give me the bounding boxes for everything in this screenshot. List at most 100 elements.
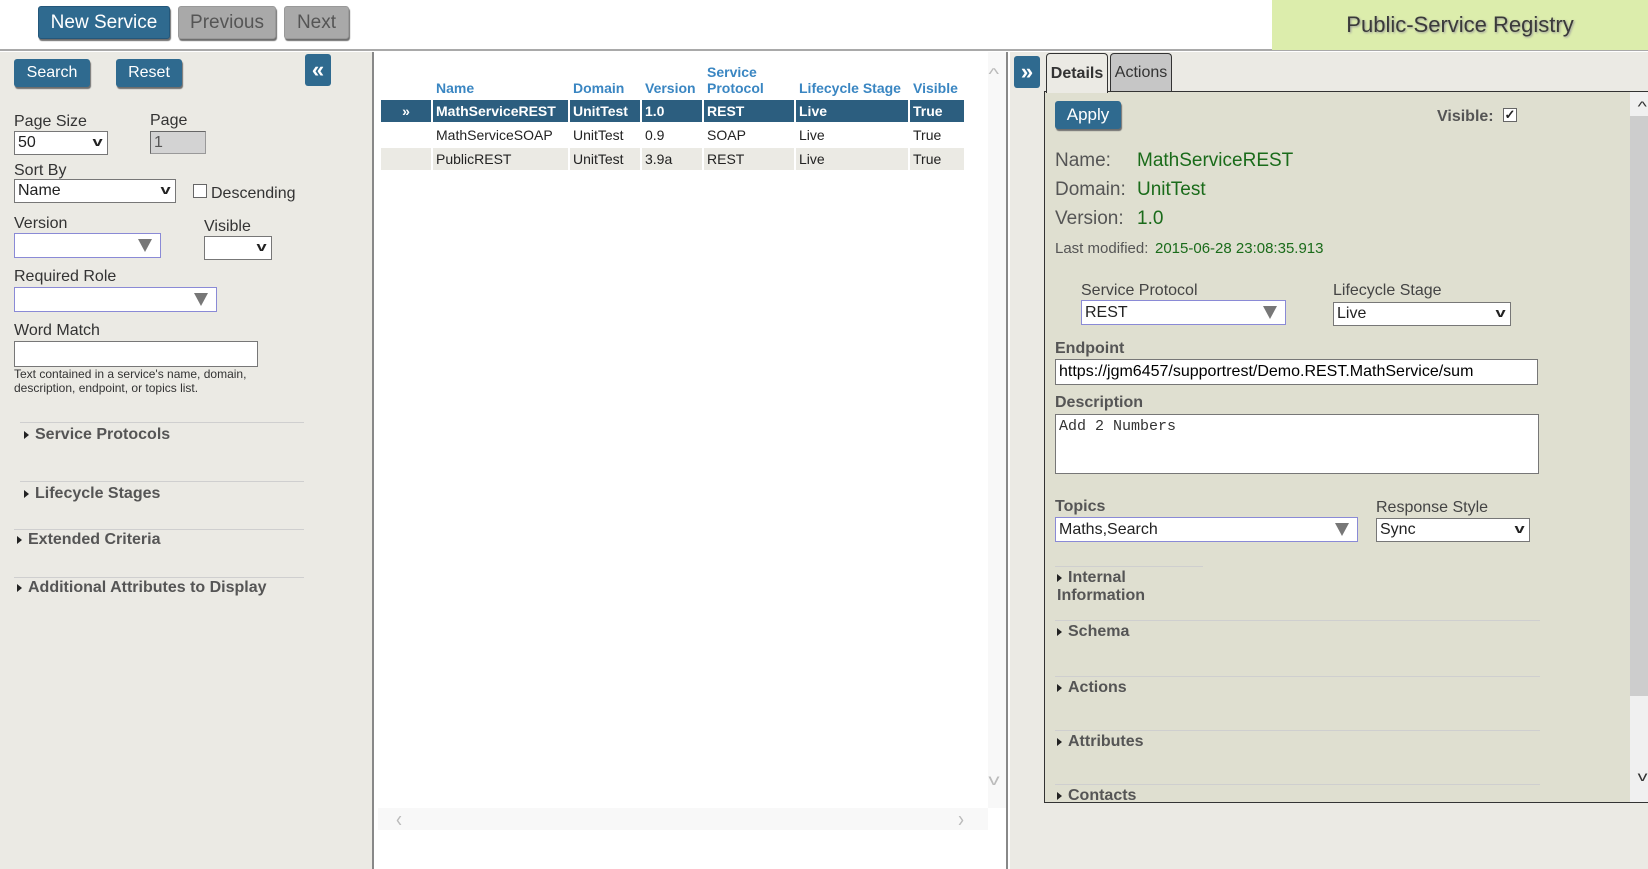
cell-version: 1.0: [642, 100, 702, 122]
search-panel: Search Reset « Page Size 50 v Page 1 Sor…: [0, 52, 374, 869]
last-modified-value: 2015-06-28 23:08:35.913: [1155, 240, 1324, 257]
descending-checkbox[interactable]: [193, 184, 207, 198]
chevron-down-icon: v: [1514, 521, 1525, 536]
protocol-label: Service Protocol: [1081, 282, 1198, 299]
visible-select[interactable]: v: [204, 236, 272, 260]
horizontal-scrollbar[interactable]: ‹ ›: [378, 806, 988, 833]
section-title: Lifecycle Stages: [35, 485, 161, 502]
protocol-combo[interactable]: REST: [1081, 300, 1286, 325]
required-role-label: Required Role: [14, 268, 117, 285]
search-button[interactable]: Search: [14, 59, 90, 87]
triangle-right-icon: [17, 535, 22, 544]
column-header-protocol[interactable]: Service Protocol: [704, 62, 794, 98]
section-attributes[interactable]: Attributes: [1055, 730, 1540, 760]
section-title: Additional Attributes to Display: [28, 579, 267, 596]
scroll-down-icon[interactable]: v: [1638, 768, 1648, 784]
descending-label: Descending: [211, 185, 296, 202]
sort-by-value: Name: [18, 182, 61, 199]
description-textarea[interactable]: Add 2 Numbers: [1055, 414, 1539, 474]
cell-visible: True: [910, 100, 964, 122]
sort-by-select[interactable]: Name v: [14, 179, 176, 203]
previous-button[interactable]: Previous: [178, 6, 276, 39]
scroll-up-icon[interactable]: ^: [1638, 98, 1647, 114]
section-title: Schema: [1068, 623, 1130, 640]
endpoint-input[interactable]: [1055, 359, 1538, 385]
tab-actions[interactable]: Actions: [1110, 53, 1172, 92]
table-row[interactable]: PublicREST UnitTest 3.9a REST Live True: [381, 148, 964, 170]
section-internal-information[interactable]: Internal Information: [1055, 566, 1203, 604]
apply-button[interactable]: Apply: [1055, 101, 1121, 129]
vertical-scrollbar[interactable]: [988, 52, 1006, 808]
triangle-right-icon: [24, 430, 29, 439]
stage-value: Live: [1337, 305, 1367, 322]
section-schema[interactable]: Schema: [1055, 620, 1540, 650]
column-header-version[interactable]: Version: [642, 62, 702, 98]
sort-by-label: Sort By: [14, 162, 67, 179]
cell-visible: True: [913, 127, 942, 143]
column-header-stage[interactable]: Lifecycle Stage: [796, 62, 908, 98]
visible-label: Visible: [204, 218, 251, 235]
triangle-right-icon: [24, 489, 29, 498]
table-row[interactable]: MathServiceSOAP UnitTest 0.9 SOAP Live T…: [381, 124, 964, 146]
triangle-right-icon: [17, 583, 22, 592]
section-title: Extended Criteria: [28, 531, 161, 548]
reset-button[interactable]: Reset: [116, 59, 182, 87]
cell-protocol: REST: [704, 148, 794, 170]
cell-domain: UnitTest: [573, 127, 624, 143]
page-size-value: 50: [18, 134, 36, 151]
scroll-left-icon[interactable]: ‹: [396, 806, 402, 833]
scroll-down-icon[interactable]: v: [988, 772, 999, 790]
visible-checkbox[interactable]: ✓: [1503, 108, 1517, 122]
page-field[interactable]: 1: [150, 131, 206, 154]
details-panel: » Details Actions ^ v Apply Visible: ✓ N…: [1010, 52, 1648, 869]
cell-name: MathServiceSOAP: [436, 127, 553, 143]
column-marker: [381, 62, 431, 98]
section-title: Attributes: [1068, 733, 1144, 750]
dropdown-triangle-icon: [138, 239, 152, 252]
topics-combo[interactable]: Maths,Search: [1055, 517, 1358, 542]
section-actions[interactable]: Actions: [1055, 676, 1540, 706]
section-contacts[interactable]: Contacts: [1055, 784, 1540, 803]
tab-details[interactable]: Details: [1046, 53, 1108, 93]
chevron-down-icon: v: [92, 134, 103, 149]
cell-version: 0.9: [645, 127, 665, 143]
word-match-input[interactable]: [14, 341, 258, 367]
row-marker: [381, 148, 431, 170]
expand-panel-button[interactable]: »: [1014, 56, 1040, 88]
triangle-right-icon: [1057, 683, 1062, 692]
details-scrollbar-thumb[interactable]: [1630, 116, 1648, 696]
cell-domain: UnitTest: [570, 100, 640, 122]
domain-value: UnitTest: [1137, 179, 1206, 200]
selected-row-marker-icon: »: [381, 100, 431, 122]
scroll-right-icon[interactable]: ›: [958, 806, 964, 833]
section-extended-criteria[interactable]: Extended Criteria: [14, 529, 304, 559]
stage-select[interactable]: Live v: [1333, 302, 1511, 326]
triangle-right-icon: [1057, 573, 1062, 582]
domain-label: Domain:: [1055, 179, 1126, 200]
stage-label: Lifecycle Stage: [1333, 282, 1442, 299]
top-bar: New Service Previous Next Public-Service…: [0, 0, 1648, 51]
section-additional-attributes[interactable]: Additional Attributes to Display: [14, 577, 304, 607]
dropdown-triangle-icon: [194, 293, 208, 306]
collapse-panel-button[interactable]: «: [305, 54, 331, 86]
section-service-protocols[interactable]: Service Protocols: [20, 422, 304, 452]
page-size-label: Page Size: [14, 113, 87, 130]
next-button[interactable]: Next: [284, 6, 349, 39]
page-size-select[interactable]: 50 v: [14, 131, 108, 155]
chevron-down-icon: v: [256, 239, 267, 254]
section-title: Contacts: [1068, 787, 1137, 803]
name-label: Name:: [1055, 150, 1111, 171]
results-panel: Name Domain Version Service Protocol Lif…: [376, 52, 1008, 869]
version-label: Version:: [1055, 208, 1124, 229]
column-header-visible[interactable]: Visible: [910, 62, 964, 98]
new-service-button[interactable]: New Service: [38, 6, 170, 39]
table-row[interactable]: » MathServiceREST UnitTest 1.0 REST Live…: [381, 100, 964, 122]
scroll-up-icon[interactable]: ^: [988, 66, 999, 84]
required-role-combo[interactable]: [14, 287, 217, 312]
version-combo[interactable]: [14, 233, 161, 258]
response-style-select[interactable]: Sync v: [1376, 518, 1530, 542]
column-header-name[interactable]: Name: [433, 62, 568, 98]
word-match-label: Word Match: [14, 322, 100, 339]
column-header-domain[interactable]: Domain: [570, 62, 640, 98]
section-lifecycle-stages[interactable]: Lifecycle Stages: [20, 481, 304, 511]
